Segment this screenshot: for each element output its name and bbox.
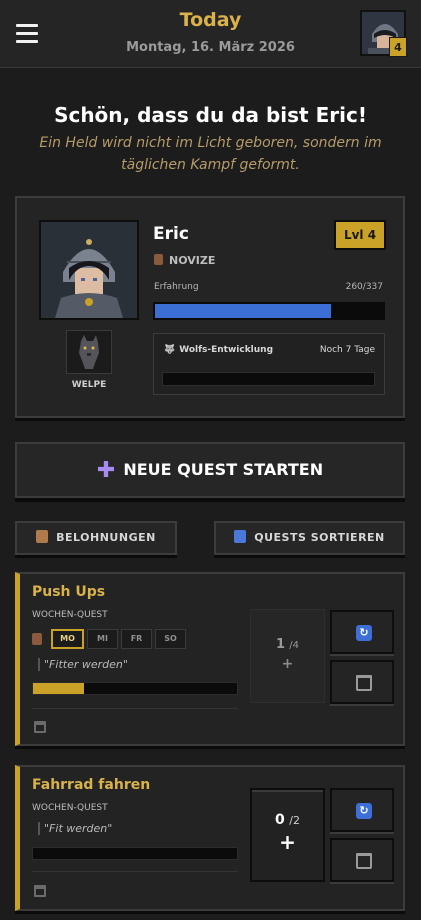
- avatar-level-badge: 4: [389, 37, 407, 57]
- increment-plus-icon: +: [279, 830, 296, 854]
- xp-value: 260/337: [345, 282, 383, 292]
- quest-counter[interactable]: 1 /4 +: [250, 609, 325, 703]
- quest-motto: "Fitter werden": [38, 658, 128, 671]
- quest-count-total: /4: [289, 640, 299, 651]
- sort-quests-button[interactable]: QUESTS SORTIEREN: [214, 521, 405, 555]
- wolf-evolution-remaining: Noch 7 Tage: [319, 345, 375, 355]
- increment-plus-icon: +: [281, 656, 294, 672]
- hero-name: Eric: [153, 224, 189, 244]
- trash-icon: [356, 675, 372, 691]
- weekday-mo[interactable]: MO: [51, 629, 84, 649]
- current-date: Montag, 16. März 2026: [126, 40, 295, 55]
- delete-quest-button[interactable]: [330, 660, 394, 704]
- rewards-label: BELOHNUNGEN: [56, 531, 156, 544]
- calendar-icon[interactable]: [34, 885, 46, 897]
- quest-progress-bar: [32, 682, 238, 695]
- hero-portrait: [39, 220, 139, 320]
- new-quest-button[interactable]: ✚ NEUE QUEST STARTEN: [15, 442, 405, 498]
- quest-counter[interactable]: 0 /2 +: [250, 788, 325, 882]
- trash-icon: [356, 853, 372, 869]
- weekday-mi[interactable]: MI: [87, 629, 118, 649]
- welcome-heading: Schön, dass du da bist Eric!: [54, 103, 367, 127]
- quest-type: WOCHEN-QUEST: [32, 803, 108, 813]
- quest-card[interactable]: Push Ups WOCHEN-QUEST MO MI FR SO "Fitte…: [15, 572, 405, 746]
- quest-title: Push Ups: [32, 584, 106, 600]
- quest-motto: "Fit werden": [38, 822, 112, 835]
- scroll-icon: [36, 530, 49, 543]
- weekday-fr[interactable]: FR: [121, 629, 152, 649]
- wolf-evolution-label: Wolfs-Entwicklung: [179, 345, 274, 355]
- sort-quests-label: QUESTS SORTIEREN: [254, 531, 385, 544]
- page-title: Today: [179, 9, 242, 31]
- quest-progress-bar: [32, 847, 238, 860]
- plus-icon: ✚: [96, 458, 116, 483]
- xp-progress-bar: [153, 302, 385, 320]
- wolf-icon: 🐺: [164, 345, 176, 355]
- top-bar: Today Montag, 16. März 2026 4: [0, 0, 421, 68]
- quest-count: 0 /2: [252, 812, 323, 828]
- hero-rank: NOVIZE: [154, 254, 215, 267]
- weekday-so[interactable]: SO: [155, 629, 186, 649]
- delete-quest-button[interactable]: [330, 838, 394, 882]
- pet-label: WELPE: [71, 380, 107, 390]
- quest-count-done: 0: [275, 812, 285, 828]
- quest-weekdays: MO MI FR SO: [32, 629, 186, 649]
- xp-label: Erfahrung: [154, 282, 199, 292]
- wolf-evolution-panel: 🐺 Wolfs-Entwicklung Noch 7 Tage: [153, 333, 385, 395]
- quest-divider: [32, 708, 238, 709]
- schedule-icon: [32, 633, 42, 645]
- rewards-button[interactable]: BELOHNUNGEN: [15, 521, 177, 555]
- quest-divider: [32, 871, 238, 872]
- sort-icon: [234, 530, 247, 543]
- quest-count: 1 /4: [251, 637, 324, 652]
- quest-card[interactable]: Fahrrad fahren WOCHEN-QUEST "Fit werden"…: [15, 765, 405, 911]
- quest-type: WOCHEN-QUEST: [32, 610, 108, 620]
- quest-count-total: /2: [289, 814, 300, 827]
- refresh-icon: ↻: [356, 625, 372, 641]
- reset-quest-button[interactable]: ↻: [330, 610, 394, 654]
- hero-profile-card: WELPE Eric NOVIZE Lvl 4 Erfahrung 260/33…: [15, 196, 405, 418]
- xp-progress-fill: [155, 304, 332, 318]
- new-quest-label: NEUE QUEST STARTEN: [123, 460, 324, 479]
- reset-quest-button[interactable]: ↻: [330, 788, 394, 832]
- calendar-icon[interactable]: [34, 721, 46, 733]
- refresh-icon: ↻: [356, 803, 372, 819]
- rank-icon: [154, 254, 163, 265]
- welcome-tagline: Ein Held wird nicht im Licht geboren, so…: [39, 135, 382, 173]
- pet-wolf-icon[interactable]: [66, 330, 112, 374]
- hero-rank-label: NOVIZE: [169, 254, 216, 267]
- wolf-evolution-bar: [162, 372, 375, 386]
- quest-progress-fill: [33, 683, 84, 694]
- quest-count-done: 1: [276, 637, 286, 652]
- wolf-evolution-title: 🐺 Wolfs-Entwicklung: [164, 345, 273, 355]
- level-badge[interactable]: Lvl 4: [334, 220, 386, 250]
- quest-title: Fahrrad fahren: [32, 777, 151, 793]
